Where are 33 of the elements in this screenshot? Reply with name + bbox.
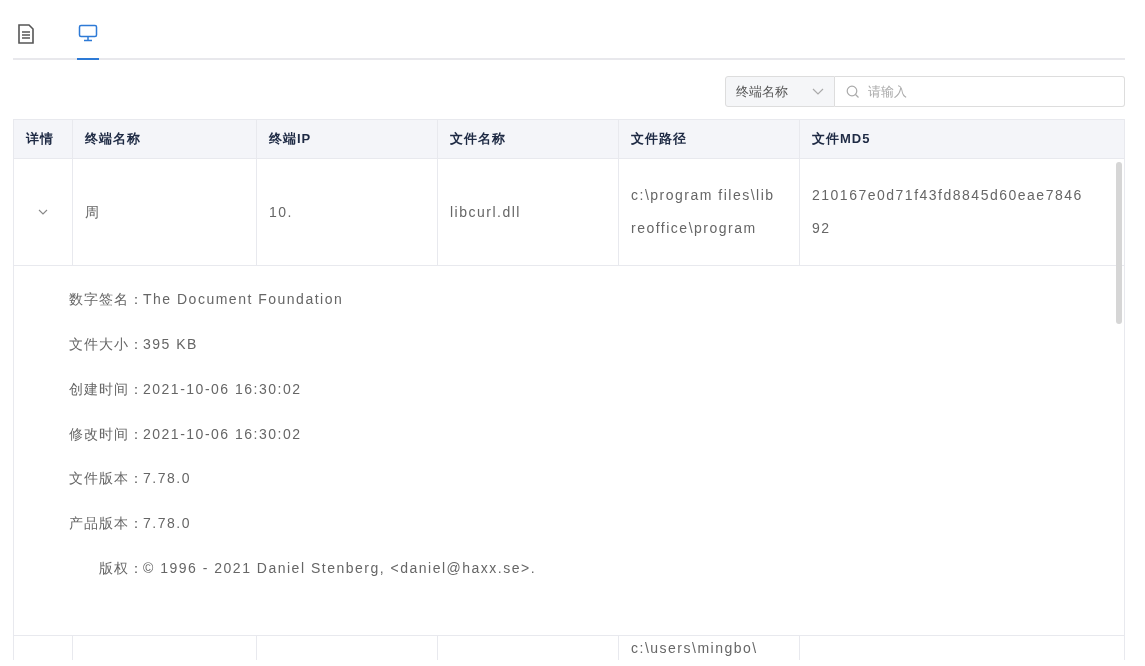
- detail-label: 修改时间：: [68, 425, 144, 444]
- table-cell-text: c:\program files\libreoffice\program: [631, 186, 776, 238]
- table-cell-text: libcurl.dll: [450, 202, 522, 222]
- column-header: 文件名称: [438, 120, 619, 158]
- scrollbar[interactable]: [1116, 162, 1122, 324]
- detail-label: 版权：: [98, 560, 144, 579]
- column-header: 文件MD5: [811, 130, 872, 148]
- detail-label: 创建时间：: [68, 380, 144, 399]
- column-header: 终端IP: [257, 120, 438, 158]
- detail-value: 395 KB: [143, 335, 198, 354]
- detail-label: 文件大小：: [68, 335, 144, 354]
- detail-value: 2021-10-06 16:30:02: [143, 425, 302, 444]
- detail-value: 2021-10-06 16:30:02: [143, 380, 302, 399]
- detail-label: 数字签名：: [68, 291, 144, 309]
- tab[interactable]: [77, 24, 99, 60]
- detail-value: 7.78.0: [143, 515, 191, 534]
- column-header: 终端名称: [73, 120, 257, 158]
- detail-value: © 1996 - 2021 Daniel Stenberg, <daniel@haxx.se>.: [143, 560, 537, 579]
- detail-label: 文件版本：: [68, 470, 144, 489]
- table-cell-text: 周: [85, 202, 102, 222]
- detail-label: 产品版本：: [68, 515, 144, 534]
- detail-value: The Document Foundation: [143, 291, 344, 309]
- monitor-icon: [78, 24, 98, 42]
- table-cell-text: 210167e0d71f43fd8845d60eae784692: [812, 186, 1084, 238]
- detail-value: 7.78.0: [143, 470, 191, 489]
- document-icon: [17, 24, 35, 44]
- column-header: 详情: [14, 120, 73, 158]
- column-header: 文件路径: [619, 120, 800, 158]
- chevron-down-icon: [812, 87, 824, 96]
- table-cell-text: c:\users\mingbo\: [631, 639, 759, 657]
- table-cell-text: 10.: [269, 202, 294, 222]
- field-select[interactable]: 终端名称: [725, 76, 835, 107]
- search-field[interactable]: 请输入: [835, 76, 1125, 107]
